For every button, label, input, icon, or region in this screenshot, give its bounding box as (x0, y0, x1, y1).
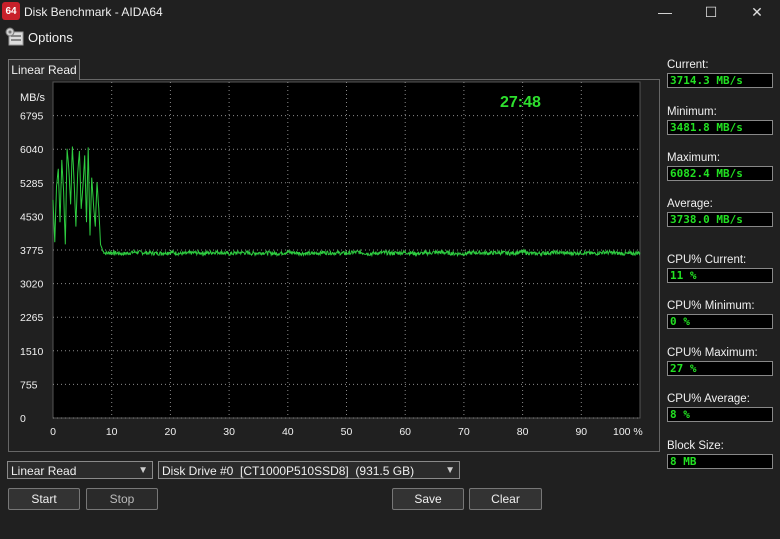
stat-value: 6082.4 MB/s (667, 166, 773, 181)
stat-value: 3714.3 MB/s (667, 73, 773, 88)
mode-select[interactable]: Linear Read ▼ (7, 461, 153, 479)
stop-button[interactable]: Stop (86, 488, 158, 510)
stat-value: 3738.0 MB/s (667, 212, 773, 227)
chevron-down-icon: ▼ (138, 465, 148, 476)
clear-button[interactable]: Clear (469, 488, 542, 510)
stat-value: 3481.8 MB/s (667, 120, 773, 135)
start-button[interactable]: Start (8, 488, 80, 510)
stat-label: Block Size: (667, 440, 724, 452)
minimize-button[interactable]: — (642, 0, 688, 24)
maximize-button[interactable]: ☐ (688, 0, 734, 24)
stat-label: Average: (667, 198, 713, 210)
stat-label: Current: (667, 59, 709, 71)
stat-value: 8 % (667, 407, 773, 422)
stat-value: 27 % (667, 361, 773, 376)
drive-select-value: Disk Drive #0 [CT1000P510SSD8] (931.5 GB… (162, 464, 415, 478)
chart-panel (8, 79, 660, 452)
chevron-down-icon: ▼ (445, 465, 455, 476)
close-button[interactable]: ✕ (734, 0, 780, 24)
app-logo-icon: 64 (2, 2, 20, 20)
stat-label: CPU% Minimum: (667, 300, 755, 312)
mode-select-value: Linear Read (11, 464, 77, 478)
options-menu[interactable]: Options (28, 30, 73, 45)
window-title: Disk Benchmark - AIDA64 (24, 5, 163, 19)
drive-select[interactable]: Disk Drive #0 [CT1000P510SSD8] (931.5 GB… (158, 461, 460, 479)
tab-linear-read[interactable]: Linear Read (8, 59, 80, 80)
stat-label: CPU% Current: (667, 254, 747, 266)
stat-label: Minimum: (667, 106, 717, 118)
stat-value: 0 % (667, 314, 773, 329)
stat-label: CPU% Average: (667, 393, 750, 405)
stat-label: Maximum: (667, 152, 721, 164)
stat-label: CPU% Maximum: (667, 347, 758, 359)
options-icon[interactable] (5, 27, 25, 47)
stat-value: 8 MB (667, 454, 773, 469)
save-button[interactable]: Save (392, 488, 464, 510)
stat-value: 11 % (667, 268, 773, 283)
